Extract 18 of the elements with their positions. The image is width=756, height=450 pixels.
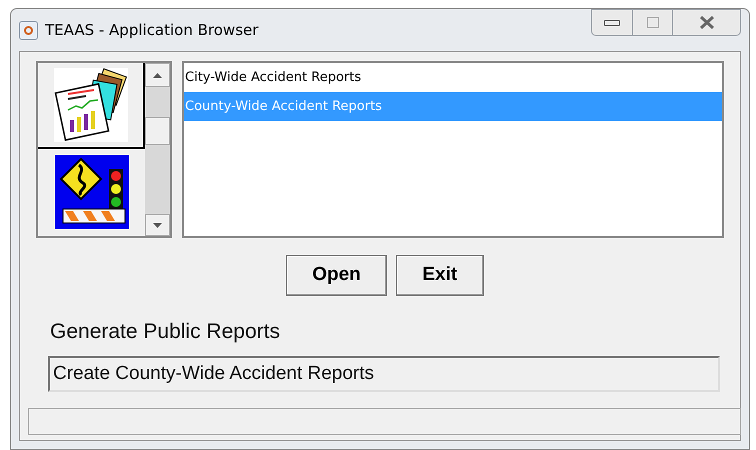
- close-button[interactable]: [672, 9, 741, 36]
- up-arrow-icon: [153, 72, 162, 78]
- list-item[interactable]: City-Wide Accident Reports: [184, 63, 722, 92]
- scrollbar[interactable]: [145, 63, 170, 236]
- road-sign-icon: [54, 155, 128, 229]
- dialog-button[interactable]: Exit: [396, 255, 484, 296]
- application-button[interactable]: [38, 63, 145, 149]
- dialog-button[interactable]: Open: [286, 255, 387, 296]
- scroll-thumb[interactable]: [145, 117, 170, 145]
- close-icon: [698, 16, 714, 29]
- scroll-down-button[interactable]: [145, 214, 170, 236]
- application-title: Generate Public Reports: [50, 321, 281, 342]
- description-field: Create County-Wide Accident Reports: [48, 356, 720, 392]
- minimize-button[interactable]: [591, 9, 633, 36]
- reports-chart-icon: [54, 68, 128, 142]
- down-arrow-icon: [153, 222, 162, 228]
- scroll-up-button[interactable]: [145, 63, 170, 87]
- window-title: TEAAS - Application Browser: [45, 20, 258, 41]
